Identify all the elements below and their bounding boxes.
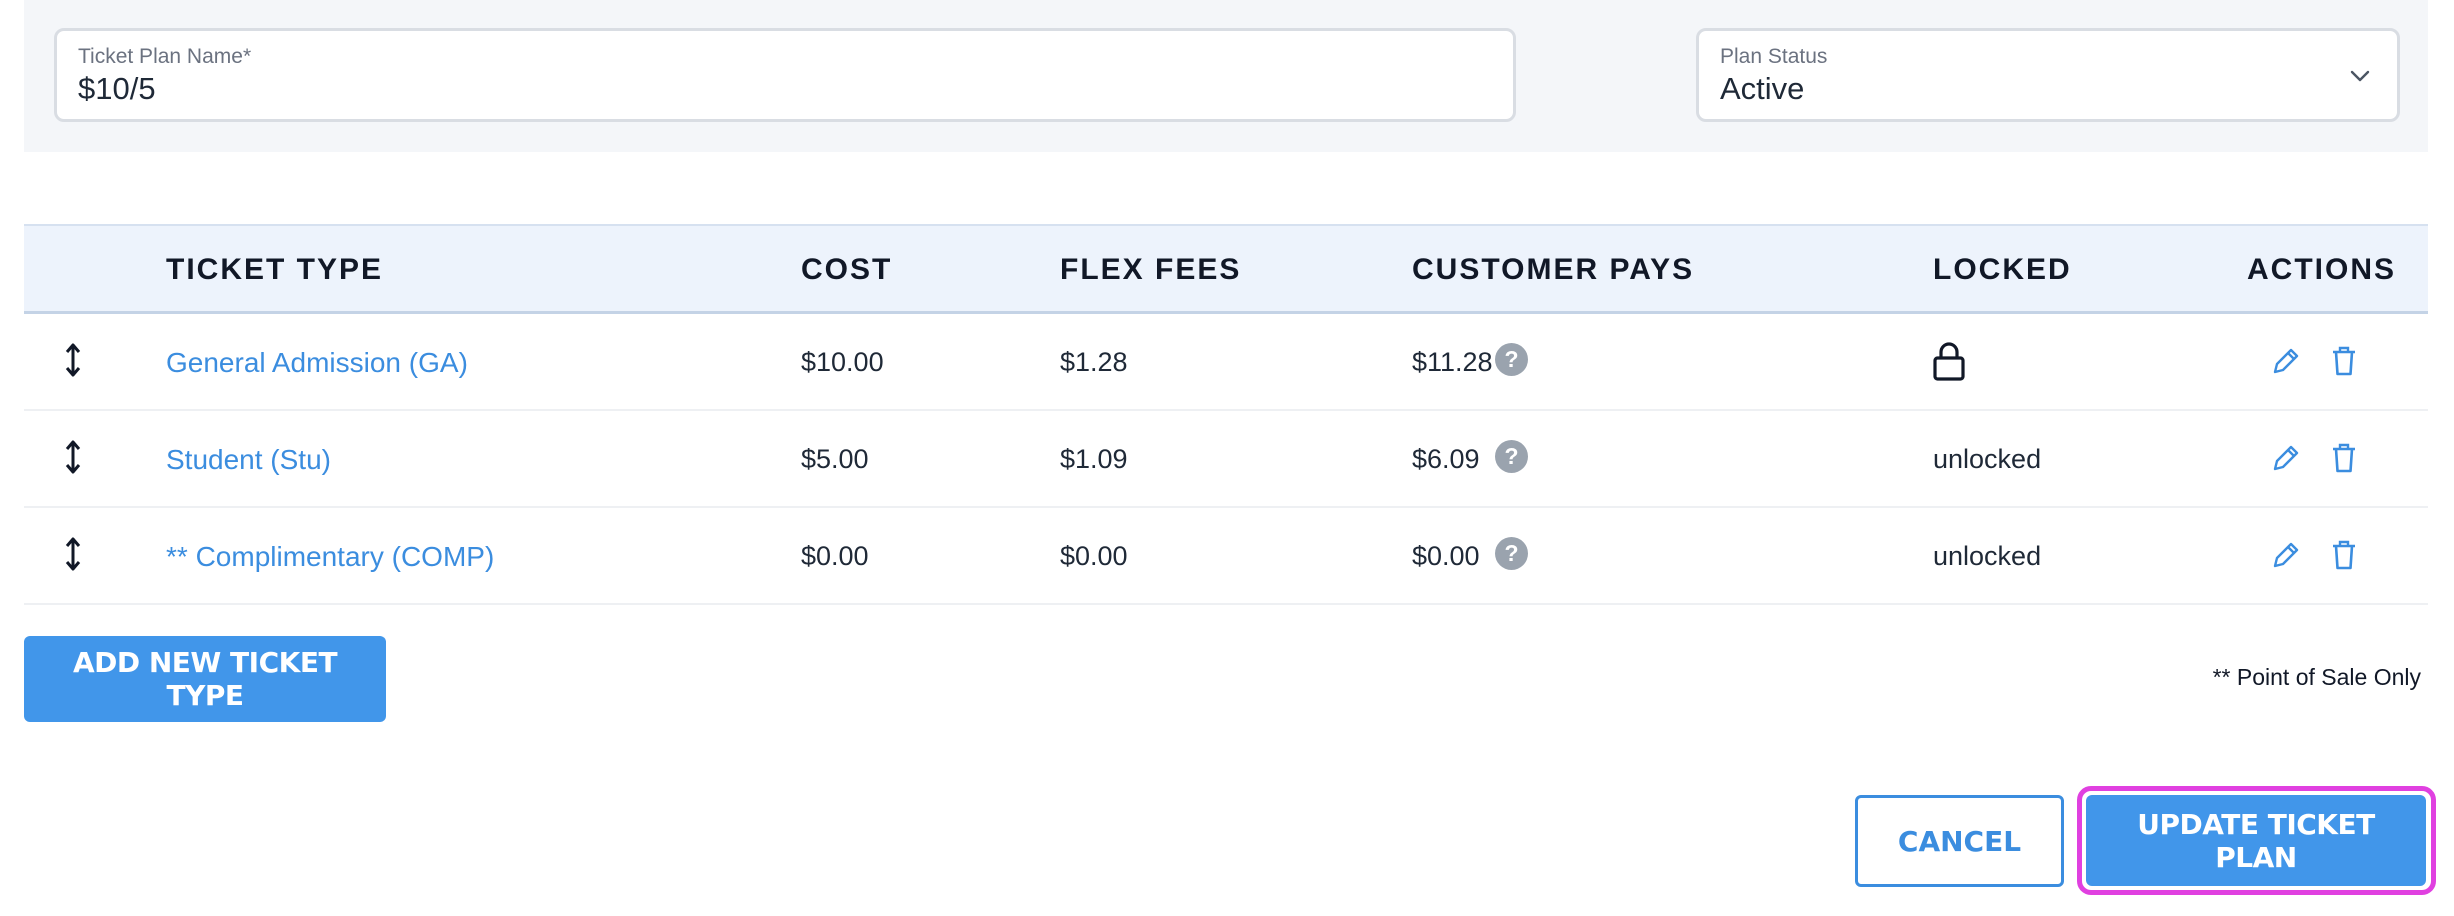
flex-fees-value: $1.28 <box>1060 347 1128 377</box>
column-header-actions: ACTIONS <box>2247 253 2396 286</box>
customer-pays-value: $6.09 <box>1412 444 1480 474</box>
column-header-flex-fees: FLEX FEES <box>1060 253 1242 286</box>
table-row: General Admission (GA) $10.00 $1.28 $11.… <box>24 314 2428 411</box>
trash-icon[interactable] <box>2328 441 2360 475</box>
column-header-ticket-type: TICKET TYPE <box>166 253 384 286</box>
cost-value: $10.00 <box>801 347 884 377</box>
point-of-sale-note: ** Point of Sale Only <box>2212 664 2421 690</box>
plan-status-value[interactable]: Active <box>1720 71 1804 107</box>
ticket-type-link[interactable]: ** Complimentary (COMP) <box>166 541 494 573</box>
flex-fees-value: $1.09 <box>1060 444 1128 474</box>
cost-value: $0.00 <box>801 541 869 571</box>
ticket-type-link[interactable]: Student (Stu) <box>166 444 331 476</box>
cost-value: $5.00 <box>801 444 869 474</box>
drag-handle-icon[interactable] <box>62 439 84 475</box>
edit-pencil-icon[interactable] <box>2269 441 2301 475</box>
edit-pencil-icon[interactable] <box>2269 344 2301 378</box>
help-icon[interactable]: ? <box>1495 343 1528 376</box>
lock-icon <box>1933 342 1965 381</box>
help-icon[interactable]: ? <box>1495 440 1528 473</box>
trash-icon[interactable] <box>2328 538 2360 572</box>
column-header-cost: COST <box>801 253 893 286</box>
ticket-type-link[interactable]: General Admission (GA) <box>166 347 468 379</box>
locked-status: unlocked <box>1933 444 2042 474</box>
edit-pencil-icon[interactable] <box>2269 538 2301 572</box>
ticket-plan-name-input[interactable]: $10/5 <box>78 71 156 107</box>
drag-handle-icon[interactable] <box>62 536 84 572</box>
update-ticket-plan-button[interactable]: UPDATE TICKET PLAN <box>2086 795 2426 886</box>
customer-pays-value: $0.00 <box>1412 541 1480 571</box>
locked-status: unlocked <box>1933 541 2042 571</box>
add-new-ticket-type-button[interactable]: ADD NEW TICKET TYPE <box>24 636 386 722</box>
trash-icon[interactable] <box>2328 344 2360 378</box>
table-header: TICKET TYPE COST FLEX FEES CUSTOMER PAYS… <box>24 224 2428 314</box>
customer-pays-value: $11.28 <box>1412 347 1493 377</box>
drag-handle-icon[interactable] <box>62 342 84 378</box>
plan-status-select[interactable]: Plan Status Active <box>1696 28 2400 122</box>
table-row: ** Complimentary (COMP) $0.00 $0.00 $0.0… <box>24 508 2428 605</box>
column-header-locked: LOCKED <box>1933 253 2072 286</box>
ticket-plan-form: Ticket Plan Name* $10/5 Plan Status Acti… <box>24 0 2428 152</box>
plan-status-label: Plan Status <box>1720 45 1828 68</box>
cancel-button[interactable]: CANCEL <box>1855 795 2064 887</box>
ticket-plan-name-label: Ticket Plan Name* <box>78 45 252 68</box>
chevron-down-icon[interactable] <box>2349 65 2371 87</box>
table-row: Student (Stu) $5.00 $1.09 $6.09 ? unlock… <box>24 411 2428 508</box>
flex-fees-value: $0.00 <box>1060 541 1128 571</box>
ticket-types-table: TICKET TYPE COST FLEX FEES CUSTOMER PAYS… <box>24 224 2428 605</box>
ticket-plan-name-field[interactable]: Ticket Plan Name* $10/5 <box>54 28 1516 122</box>
help-icon[interactable]: ? <box>1495 537 1528 570</box>
column-header-customer-pays: CUSTOMER PAYS <box>1412 253 1695 286</box>
